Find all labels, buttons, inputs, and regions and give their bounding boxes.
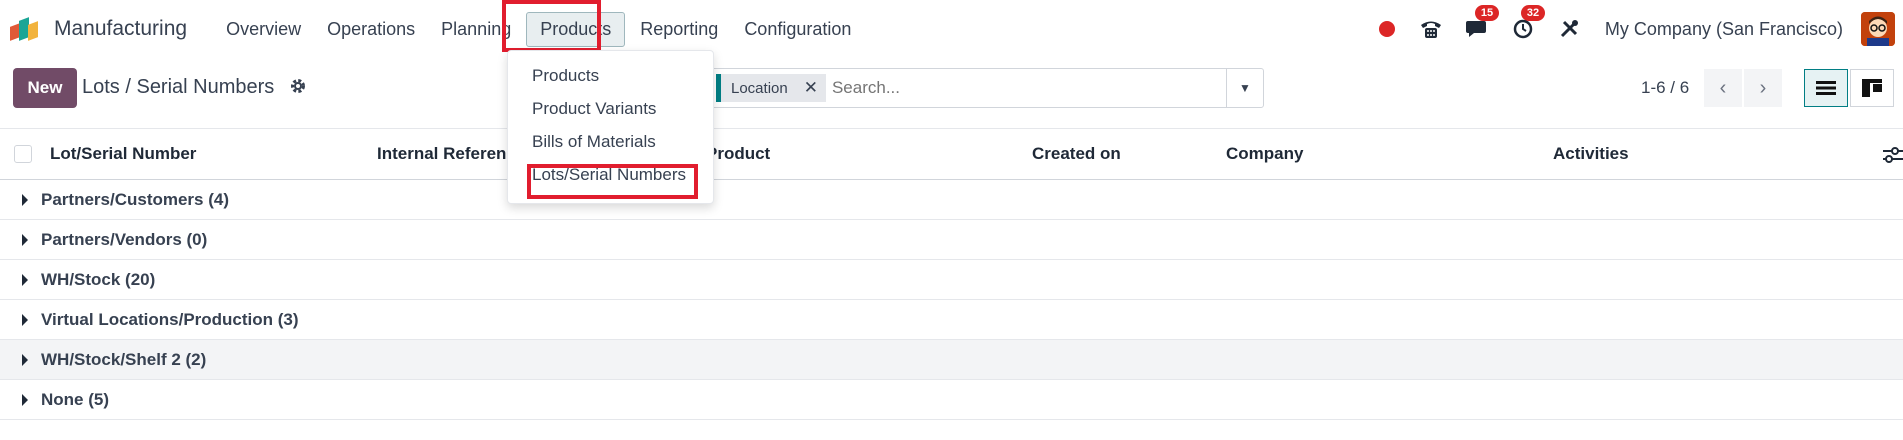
- group-row[interactable]: Partners/Customers (4): [0, 180, 1903, 220]
- gear-icon[interactable]: [289, 77, 307, 100]
- col-created-on[interactable]: Created on: [1032, 144, 1121, 164]
- lots-table: Lot/Serial Number Internal Reference Pro…: [0, 128, 1903, 420]
- app-brand[interactable]: Manufacturing: [10, 17, 213, 41]
- group-label: Partners/Vendors (0): [41, 230, 208, 249]
- group-row[interactable]: Virtual Locations/Production (3): [0, 300, 1903, 340]
- dropdown-item-products[interactable]: Products: [508, 59, 713, 92]
- menu-operations[interactable]: Operations: [314, 13, 428, 46]
- app-title: Manufacturing: [54, 17, 188, 40]
- facet-label: Location: [731, 79, 788, 97]
- caret-right-icon: [22, 314, 28, 326]
- menu-products[interactable]: Products: [526, 11, 626, 47]
- col-lot-serial-number[interactable]: Lot/Serial Number: [50, 144, 196, 164]
- col-activities[interactable]: Activities: [1553, 144, 1629, 164]
- group-label: Virtual Locations/Production (3): [41, 310, 299, 329]
- chevron-right-icon: ›: [1759, 76, 1767, 99]
- group-row[interactable]: WH/Stock (20): [0, 260, 1903, 300]
- caret-right-icon: [22, 354, 28, 366]
- kanban-view-button[interactable]: [1850, 69, 1894, 107]
- select-all-checkbox[interactable]: [14, 145, 32, 163]
- caret-right-icon: [22, 274, 28, 286]
- optional-columns-icon[interactable]: [1881, 146, 1903, 164]
- messages-icon[interactable]: 15: [1463, 5, 1500, 43]
- pager-previous-button[interactable]: ‹: [1704, 69, 1742, 107]
- recording-indicator-icon[interactable]: [1378, 21, 1395, 37]
- new-button[interactable]: New: [13, 68, 77, 108]
- list-view-button[interactable]: [1804, 69, 1848, 107]
- dropdown-item-bills-of-materials[interactable]: Bills of Materials: [508, 125, 713, 158]
- search-input[interactable]: [831, 78, 1212, 98]
- group-row[interactable]: WH/Stock/Shelf 2 (2): [0, 340, 1903, 380]
- activities-badge: 32: [1520, 5, 1546, 21]
- activities-clock-icon[interactable]: 32: [1509, 5, 1546, 43]
- phone-icon[interactable]: [1417, 15, 1445, 43]
- group-label: Partners/Customers (4): [41, 190, 230, 209]
- facet-remove-icon[interactable]: ✕: [796, 78, 826, 98]
- caret-down-icon: ▼: [1239, 81, 1251, 95]
- dropdown-item-product-variants[interactable]: Product Variants: [508, 92, 713, 125]
- menu-configuration[interactable]: Configuration: [731, 13, 864, 46]
- list-icon: [1816, 81, 1836, 95]
- menu-planning[interactable]: Planning: [428, 13, 524, 46]
- col-internal-reference[interactable]: Internal Reference: [377, 144, 525, 164]
- main-menu: Overview Operations Planning Products Re…: [213, 11, 864, 47]
- table-header: Lot/Serial Number Internal Reference Pro…: [0, 128, 1903, 180]
- col-product[interactable]: Product: [706, 144, 770, 164]
- tools-icon[interactable]: [1555, 15, 1583, 43]
- company-switcher[interactable]: My Company (San Francisco): [1605, 19, 1843, 40]
- group-row[interactable]: Partners/Vendors (0): [0, 220, 1903, 260]
- pager-next-button[interactable]: ›: [1744, 69, 1782, 107]
- pager-value[interactable]: 1-6 / 6: [1641, 78, 1689, 98]
- products-dropdown: Products Product Variants Bills of Mater…: [507, 50, 714, 204]
- chevron-left-icon: ‹: [1719, 76, 1727, 99]
- group-label: None (5): [41, 390, 109, 409]
- col-company[interactable]: Company: [1226, 144, 1303, 164]
- dropdown-item-lots-serial-numbers[interactable]: Lots/Serial Numbers: [508, 158, 713, 191]
- user-avatar[interactable]: [1861, 12, 1895, 46]
- top-navbar: Manufacturing Overview Operations Planni…: [0, 0, 1903, 58]
- caret-right-icon: [22, 234, 28, 246]
- search-bar: Location ✕: [708, 68, 1263, 108]
- systray: 15 32 My Company (San Francisco): [1378, 0, 1903, 58]
- search-facet-location: Location ✕: [716, 74, 826, 102]
- menu-reporting[interactable]: Reporting: [627, 13, 731, 46]
- search-options-toggle[interactable]: ▼: [1226, 68, 1264, 108]
- caret-right-icon: [22, 194, 28, 206]
- group-label: WH/Stock/Shelf 2 (2): [41, 350, 207, 369]
- group-label: WH/Stock (20): [41, 270, 156, 289]
- manufacturing-app-icon: [10, 17, 44, 41]
- kanban-icon: [1862, 79, 1882, 97]
- menu-overview[interactable]: Overview: [213, 13, 314, 46]
- group-row[interactable]: None (5): [0, 380, 1903, 420]
- messages-badge: 15: [1474, 5, 1500, 21]
- control-panel: New Lots / Serial Numbers Location ✕ ▼ 1…: [0, 58, 1903, 128]
- caret-right-icon: [22, 394, 28, 406]
- breadcrumb: Lots / Serial Numbers: [82, 76, 275, 98]
